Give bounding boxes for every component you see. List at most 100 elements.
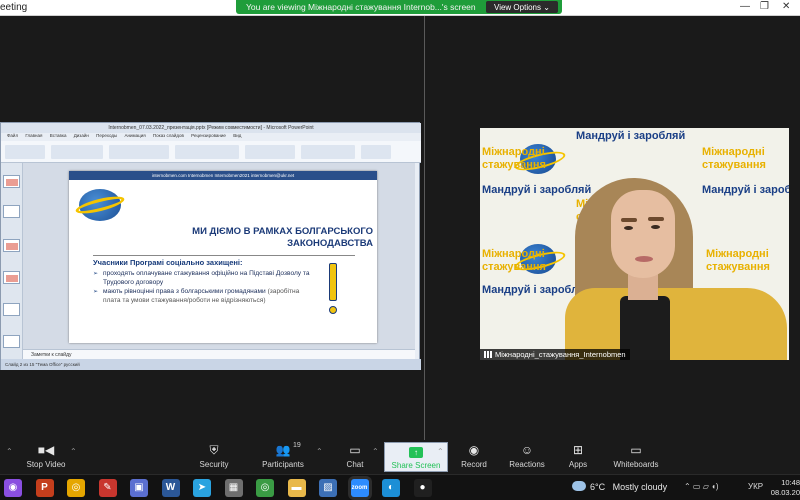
ribbon-group-slides[interactable] bbox=[51, 145, 103, 159]
ribbon-tab[interactable]: Анимация bbox=[125, 133, 146, 138]
slide-thumbnail[interactable] bbox=[3, 175, 20, 188]
slide-bullet: мають рівноцінні права з болгарськими гр… bbox=[93, 288, 313, 305]
slide-thumbnail[interactable] bbox=[3, 205, 20, 218]
security-button[interactable]: ⛨ Security bbox=[182, 442, 246, 472]
ribbon-group-paragraph[interactable] bbox=[175, 145, 239, 159]
bg-yellow-text: стажування bbox=[706, 261, 770, 273]
calculator-icon[interactable]: ▦ bbox=[224, 479, 243, 497]
participants-icon: 👥 bbox=[275, 443, 291, 457]
zoom-meeting-icon[interactable]: zoom bbox=[350, 479, 369, 497]
ribbon-tab[interactable]: Переходы bbox=[96, 133, 117, 138]
maximize-button[interactable]: ❐ bbox=[760, 1, 769, 12]
share-screen-label: Share Screen bbox=[391, 461, 441, 470]
taskbar-app-glyph: zoom bbox=[351, 485, 368, 491]
bg-slogan: Мандруй і заробляй bbox=[482, 184, 592, 196]
bg-yellow-text: стажування bbox=[482, 261, 546, 273]
powerpoint-icon[interactable]: P bbox=[35, 479, 54, 497]
stop-video-label: Stop Video bbox=[26, 460, 66, 469]
signal-strength-icon bbox=[484, 351, 492, 358]
chat-label: Chat bbox=[346, 460, 364, 469]
paint-icon[interactable]: ✎ bbox=[98, 479, 117, 497]
edge-icon[interactable]: ◐ bbox=[382, 479, 400, 497]
participants-caret-icon[interactable]: ⌃ bbox=[316, 447, 323, 456]
view-options-button[interactable]: View Options ⌄ bbox=[486, 1, 558, 13]
zoom-app-icon[interactable]: ◉ bbox=[4, 479, 22, 497]
taskbar-app-glyph: ▬ bbox=[291, 482, 302, 493]
taskbar-app-glyph: ◎ bbox=[71, 482, 81, 493]
slide-notes-pane[interactable]: Заметки к слайду bbox=[23, 349, 415, 359]
windows-taskbar: ◉ P ◎ ✎ ▣ W ➤ ▦ ◎ ▬ ▨ zoom ◐ ● 6°C Mostly cloudy ⌃ ▭ … bbox=[0, 474, 800, 500]
ribbon-group-styles[interactable] bbox=[301, 145, 355, 159]
speaker-eye bbox=[624, 226, 633, 230]
speaker-eye bbox=[651, 225, 660, 229]
current-slide: internobmen.com Internobmen Internobmen2… bbox=[69, 171, 377, 343]
chat-caret-icon[interactable]: ⌃ bbox=[372, 447, 379, 456]
app-circle-icon[interactable]: ● bbox=[413, 479, 432, 497]
zoom-screen-share-desktop: eeting — ❐ ✕ You are viewing Міжнародні … bbox=[0, 0, 800, 500]
whiteboards-label: Whiteboards bbox=[613, 460, 659, 469]
participant-video-tile[interactable]: Мандруй і заробляй Міжнародні стажування… bbox=[480, 128, 789, 360]
ribbon-tab[interactable]: Вставка bbox=[50, 133, 67, 138]
taskbar-app-glyph: ◎ bbox=[260, 482, 270, 493]
ribbon-tab[interactable]: Показ слайдов bbox=[153, 133, 184, 138]
weather-widget[interactable]: 6°C Mostly cloudy bbox=[572, 481, 667, 492]
taskbar-app-glyph: ◐ bbox=[387, 482, 395, 493]
slide-thumbnail[interactable] bbox=[3, 335, 20, 348]
slide-thumbnail[interactable] bbox=[3, 271, 20, 284]
apps-label: Apps bbox=[568, 460, 588, 469]
speaker-lips bbox=[635, 256, 653, 262]
ribbon-tab[interactable]: Вид bbox=[233, 133, 241, 138]
telegram-icon[interactable]: ➤ bbox=[193, 479, 211, 497]
bg-yellow-text: Міжнародні bbox=[482, 146, 545, 158]
ribbon-group-clipboard[interactable] bbox=[5, 145, 45, 159]
participant-name-label: Міжнародні_стажування_Internobmen bbox=[480, 349, 630, 360]
chrome-icon[interactable]: ◎ bbox=[67, 479, 85, 497]
taskbar-clock[interactable]: 10:48 08.03.20 bbox=[770, 478, 800, 498]
taskbar-app-glyph: ✎ bbox=[103, 482, 112, 493]
word-icon[interactable]: W bbox=[161, 479, 180, 497]
ribbon-tab[interactable]: Главная bbox=[25, 133, 42, 138]
taskbar-app-glyph: ◉ bbox=[8, 482, 18, 493]
bg-yellow-text: стажування bbox=[702, 159, 766, 171]
minimize-button[interactable]: — bbox=[740, 1, 750, 12]
taskbar-app-glyph: ▣ bbox=[134, 482, 144, 493]
taskbar-app-glyph: P bbox=[41, 482, 48, 493]
ribbon-group-font[interactable] bbox=[109, 145, 169, 159]
powerpoint-ribbon bbox=[1, 141, 421, 163]
ribbon-tab[interactable]: Файл bbox=[7, 133, 18, 138]
audio-options-caret-icon[interactable]: ⌃ bbox=[6, 447, 13, 456]
close-button[interactable]: ✕ bbox=[782, 1, 790, 12]
input-language[interactable]: УКР bbox=[748, 482, 763, 491]
participants-count: 19 bbox=[293, 442, 301, 449]
bg-yellow-text: Міжнародні bbox=[706, 248, 769, 260]
storage-icon[interactable]: ▣ bbox=[130, 479, 148, 497]
slide-thumbnail[interactable] bbox=[3, 239, 20, 252]
ribbon-tab[interactable]: Рецензирование bbox=[191, 133, 226, 138]
apps-button[interactable]: ⊞ Apps bbox=[546, 442, 610, 472]
whiteboard-icon: ▭ bbox=[630, 443, 642, 457]
apps-icon: ⊞ bbox=[572, 443, 584, 457]
ribbon-tab[interactable]: Дизайн bbox=[74, 133, 89, 138]
slide-thumbnail[interactable] bbox=[3, 303, 20, 316]
participants-button[interactable]: 👥 Participants bbox=[251, 442, 315, 472]
folder-icon[interactable]: ▬ bbox=[287, 479, 306, 497]
system-tray-icons[interactable]: ⌃ ▭ ▱ ◖) bbox=[684, 482, 719, 491]
bullet-text: проходять оплачуване стажування офіційно… bbox=[103, 270, 310, 286]
ribbon-group-drawing[interactable] bbox=[245, 145, 295, 159]
taskbar-app-glyph: ➤ bbox=[197, 482, 207, 493]
slide-heading: МИ ДІЄМО В РАМКАХ БОЛГАРСЬКОГО ЗАКОНОДАВ… bbox=[192, 226, 373, 249]
weather-temp: 6°C bbox=[590, 482, 606, 492]
viewing-screen-banner: You are viewing Міжнародні стажування In… bbox=[236, 0, 562, 14]
chrome-2-icon[interactable]: ◎ bbox=[256, 479, 274, 497]
stop-video-button[interactable]: ■◀ Stop Video bbox=[14, 442, 78, 472]
whiteboards-button[interactable]: ▭ Whiteboards bbox=[604, 442, 668, 472]
shield-icon: ⛨ bbox=[209, 443, 219, 457]
ribbon-group-editing[interactable] bbox=[361, 145, 391, 159]
video-options-caret-icon[interactable]: ⌃ bbox=[70, 447, 77, 456]
image-viewer-icon[interactable]: ▨ bbox=[319, 479, 337, 497]
bg-yellow-text: Міжнародні bbox=[482, 248, 545, 260]
slide-top-contacts: internobmen.com Internobmen Internobmen2… bbox=[69, 171, 377, 180]
powerpoint-status-bar: Слайд 2 из 15 "Тема Office" русский bbox=[1, 359, 421, 370]
panel-divider[interactable] bbox=[424, 16, 425, 440]
powerpoint-ribbon-tabs: Файл Главная Вставка Дизайн Переходы Ани… bbox=[1, 133, 421, 141]
